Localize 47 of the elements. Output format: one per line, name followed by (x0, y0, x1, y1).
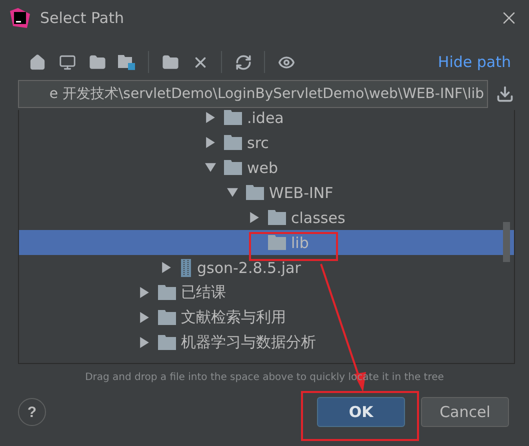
tree-row[interactable]: 文献检索与利用 (19, 305, 514, 330)
tree-item-label: .idea (247, 110, 284, 126)
folder-icon (268, 210, 286, 225)
tree-row[interactable]: src (19, 130, 514, 155)
collapsed-arrow-icon[interactable] (138, 312, 150, 323)
collapsed-arrow-icon[interactable] (204, 112, 216, 123)
jar-file-icon (180, 258, 192, 276)
collapsed-arrow-icon[interactable] (248, 212, 260, 223)
tree-item-label: web (247, 158, 278, 176)
folder-icon (158, 310, 176, 325)
app-logo-icon (10, 8, 30, 28)
collapsed-arrow-icon[interactable] (160, 262, 172, 273)
expanded-arrow-icon[interactable] (204, 162, 216, 173)
tree-item-label: WEB-INF (269, 184, 334, 202)
tree-row[interactable]: 已结课 (19, 280, 514, 305)
help-button[interactable]: ? (18, 398, 46, 426)
path-field[interactable]: e 开发技术\servletDemo\LoginByServletDemo\web\WEB-INF\lib (18, 80, 488, 108)
folder-icon (246, 185, 264, 200)
collapsed-arrow-icon[interactable] (138, 337, 150, 348)
tree-row[interactable]: .idea (19, 110, 514, 130)
folder-icon (268, 235, 286, 250)
tree-row[interactable]: classes (19, 205, 514, 230)
collapsed-arrow-icon[interactable] (204, 137, 216, 148)
tree-row[interactable]: 机器学习与数据分析 (19, 330, 514, 355)
window-title: Select Path (40, 9, 125, 27)
folder-icon (158, 335, 176, 350)
collapsed-arrow-icon[interactable] (138, 287, 150, 298)
hide-path-link[interactable]: Hide path (438, 53, 511, 71)
tree-item-label: gson-2.8.5.jar (197, 258, 301, 276)
tree-row[interactable]: gson-2.8.5.jar (19, 255, 514, 280)
tree-item-label: 已结课 (181, 283, 226, 302)
folder-icon (224, 135, 242, 150)
cancel-button[interactable]: Cancel (421, 397, 509, 427)
tree-item-label: src (247, 134, 269, 152)
scrollbar-thumb[interactable] (503, 222, 510, 262)
folder-icon (224, 160, 242, 175)
tree-item-label: 文献检索与利用 (181, 308, 286, 327)
download-icon[interactable] (496, 85, 514, 103)
expanded-arrow-icon[interactable] (226, 187, 238, 198)
ok-button[interactable]: OK (317, 397, 405, 427)
tree-row[interactable]: WEB-INF (19, 180, 514, 205)
tree-item-label: lib (291, 234, 309, 252)
tree-row[interactable]: web (19, 155, 514, 180)
folder-icon (224, 110, 242, 125)
tree-item-label: 机器学习与数据分析 (181, 333, 316, 352)
folder-icon (158, 285, 176, 300)
tree-item-label: classes (291, 208, 346, 226)
